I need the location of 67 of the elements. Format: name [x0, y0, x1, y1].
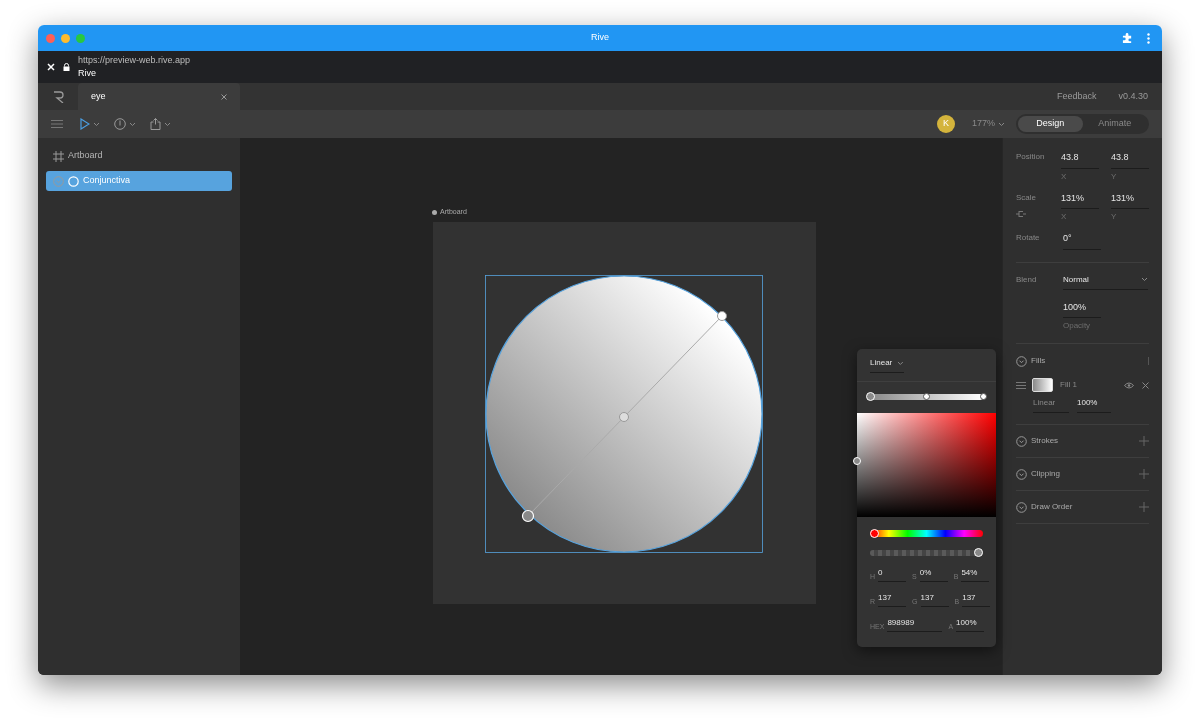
- section-title: Strokes: [1031, 435, 1059, 447]
- property-label: Rotate: [1016, 232, 1041, 244]
- chevron-down-icon: [164, 121, 171, 127]
- more-icon[interactable]: [1147, 32, 1150, 44]
- blend-dropdown[interactable]: Normal: [1063, 273, 1148, 290]
- minimize-window-button[interactable]: [61, 33, 70, 43]
- fill-name: Fill 1: [1060, 379, 1077, 391]
- add-icon[interactable]: [1139, 436, 1149, 446]
- eye-icon[interactable]: [1124, 381, 1134, 389]
- value-field[interactable]: 100%: [1063, 300, 1101, 318]
- pointer-icon[interactable]: [80, 118, 90, 130]
- alpha-slider[interactable]: [870, 550, 983, 556]
- gradient-circle-drawing[interactable]: [484, 274, 764, 554]
- window-title: Rive: [591, 31, 609, 45]
- collapse-icon[interactable]: [1016, 435, 1027, 447]
- export-icon[interactable]: [150, 118, 161, 130]
- section-title: Draw Order: [1031, 501, 1073, 513]
- page-url: https://preview-web.rive.app: [78, 54, 191, 67]
- mode-tab[interactable]: Design: [1018, 116, 1083, 132]
- chevron-down-icon: [93, 121, 100, 127]
- property-label: Blend: [1016, 273, 1038, 286]
- divider-icon: [1148, 357, 1149, 365]
- value-field[interactable]: 131%: [1061, 191, 1099, 209]
- document-tab[interactable]: eye: [78, 83, 240, 110]
- fill-type-field[interactable]: Linear: [1033, 397, 1069, 413]
- version-label: v0.4.30: [1118, 89, 1148, 103]
- hue-slider[interactable]: [870, 530, 983, 537]
- channel-field[interactable]: 0: [878, 567, 907, 582]
- value-field[interactable]: 43.8: [1111, 151, 1149, 169]
- layer-item[interactable]: Artboard: [46, 146, 232, 166]
- lock-icon: [63, 63, 70, 71]
- property-label: Scale: [1016, 191, 1037, 204]
- artboard-icon: [53, 150, 64, 162]
- value-field[interactable]: 43.8: [1061, 151, 1099, 169]
- menu-icon[interactable]: [51, 120, 63, 128]
- mode-tab[interactable]: Animate: [1082, 116, 1147, 132]
- feedback-link[interactable]: Feedback: [1056, 89, 1097, 104]
- channel-field[interactable]: 898989: [887, 617, 943, 632]
- channel-field[interactable]: 0%: [919, 567, 948, 582]
- value-field[interactable]: 131%: [1111, 191, 1149, 209]
- channel-field[interactable]: 137: [920, 592, 949, 607]
- channel-field[interactable]: 137: [878, 592, 907, 607]
- property-label: Position: [1016, 151, 1046, 163]
- value-field[interactable]: 0°: [1063, 232, 1101, 250]
- fill-swatch[interactable]: [1032, 378, 1053, 392]
- collapse-icon[interactable]: [1016, 468, 1027, 480]
- page-title: Rive: [78, 67, 97, 80]
- sliders-icon[interactable]: [1016, 380, 1026, 390]
- add-icon[interactable]: [1139, 469, 1149, 479]
- channel-field[interactable]: 54%: [961, 567, 990, 582]
- chevron-down-icon: [897, 360, 904, 366]
- collapse-icon[interactable]: [1016, 355, 1027, 367]
- channel-field[interactable]: 100%: [956, 617, 985, 632]
- collapse-icon[interactable]: [1016, 501, 1027, 513]
- chevron-down-icon: [129, 121, 136, 127]
- chevron-down-icon: [1141, 277, 1148, 282]
- gradient-type-dropdown[interactable]: Linear: [870, 357, 904, 373]
- add-icon[interactable]: [1139, 502, 1149, 512]
- chevron-down-icon: [998, 121, 1005, 127]
- fill-opacity-field[interactable]: 100%: [1077, 397, 1111, 413]
- channel-field[interactable]: 137: [962, 592, 991, 607]
- section-title: Clipping: [1031, 468, 1060, 480]
- puzzle-icon[interactable]: [1122, 32, 1133, 44]
- section-title: Fills: [1031, 355, 1046, 367]
- logo-icon[interactable]: [52, 90, 64, 103]
- link-icon[interactable]: [1016, 209, 1026, 218]
- ellipse-icon: [68, 175, 79, 187]
